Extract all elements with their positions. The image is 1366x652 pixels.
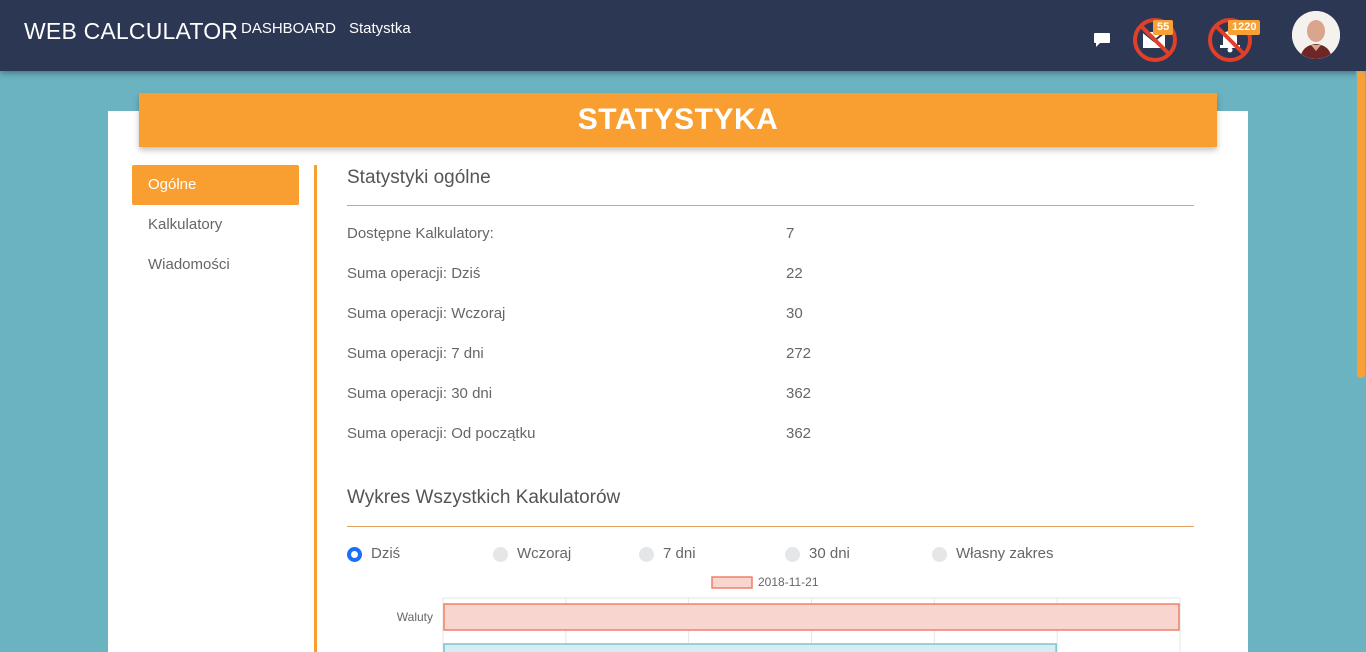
nav-link-statystka[interactable]: Statystka [349,20,411,37]
range-radio-label[interactable]: Własny zakres [956,545,1054,562]
range-radio-label[interactable]: 7 dni [663,545,696,562]
sidebar-item-ogolne[interactable]: Ogólne [132,165,299,205]
sidebar-item-kalkulatory[interactable]: Kalkulatory [132,205,299,245]
range-radio-label[interactable]: Dziś [371,545,400,562]
chat-icon[interactable] [1093,32,1111,48]
y-tick-label: Waluty [397,610,433,624]
stat-value: 272 [786,345,812,362]
legend-label: 2018-11-21 [758,575,819,589]
chart-bar [443,643,1057,652]
user-photo-icon [1292,11,1340,59]
brand-title[interactable]: WEB CALCULATOR [24,18,238,45]
stat-value: 22 [786,265,803,282]
user-avatar[interactable] [1292,11,1340,59]
chart-section-title: Wykres Wszystkich Kakulatorów [347,487,621,508]
stat-value: 362 [786,425,812,442]
stat-label: Dostępne Kalkulatory: [347,225,494,242]
alerts-count-badge: 1220 [1228,20,1261,35]
stat-value: 362 [786,385,812,402]
page-scrollbar[interactable] [1356,71,1366,652]
page-banner-title: STATYSTYKA [139,93,1217,147]
stat-value: 7 [786,225,795,242]
top-navbar: WEB CALCULATOR DASHBOARD Statystka 55 12… [0,0,1366,71]
calculators-chart: 2018-11-21 Waluty [397,575,1181,652]
messages-notification[interactable]: 55 [1131,16,1179,64]
radio-dot[interactable] [785,547,800,562]
nav-link-dashboard[interactable]: DASHBOARD [241,20,336,37]
stat-label: Suma operacji: Wczoraj [347,305,506,322]
legend-swatch [711,576,753,589]
radio-dot[interactable] [493,547,508,562]
range-radio-label[interactable]: Wczoraj [517,545,571,562]
general-stats-title: Statystyki ogólne [347,167,491,188]
stat-label: Suma operacji: Od początku [347,425,536,442]
scrollbar-thumb[interactable] [1357,71,1365,378]
stat-label: Suma operacji: 30 dni [347,385,493,402]
sidebar-item-wiadomosci[interactable]: Wiadomości [132,245,299,285]
section-divider [347,526,1194,527]
radio-dot[interactable] [639,547,654,562]
radio-dot[interactable] [932,547,947,562]
section-divider [347,205,1194,206]
alerts-notification[interactable]: 1220 [1206,16,1261,64]
radio-dot[interactable] [347,547,362,562]
sidebar-divider [314,165,317,652]
stat-label: Suma operacji: 7 dni [347,345,484,362]
stat-label: Suma operacji: Dziś [347,265,481,282]
stat-value: 30 [786,305,803,322]
chart-bar [443,603,1180,631]
messages-count-badge: 55 [1153,20,1174,35]
range-radio-label[interactable]: 30 dni [809,545,850,562]
